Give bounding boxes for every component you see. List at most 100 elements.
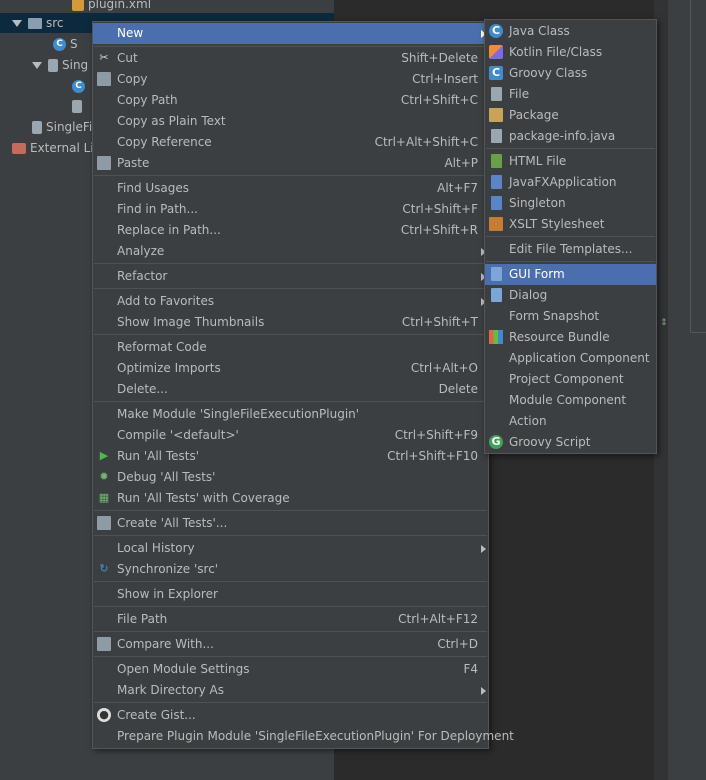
right-tool-panel	[668, 0, 706, 780]
coverage-icon: ▦	[98, 491, 110, 504]
menu-separator	[94, 288, 487, 289]
menu-item-copy-path[interactable]: Copy Path Ctrl+Shift+C	[93, 90, 488, 111]
menu-separator	[94, 535, 487, 536]
menu-item-paste[interactable]: Paste Alt+P	[93, 153, 488, 174]
submenu-item-app-component[interactable]: Application Component	[485, 348, 656, 369]
submenu-item-file[interactable]: File	[485, 84, 656, 105]
menu-item-create-tests[interactable]: Create 'All Tests'...	[93, 513, 488, 534]
submenu-item-form-snapshot[interactable]: Form Snapshot	[485, 306, 656, 327]
menu-item-mark-directory[interactable]: Mark Directory As	[93, 680, 488, 701]
tree-item-src[interactable]: src	[12, 13, 64, 33]
submenu-item-resource-bundle[interactable]: Resource Bundle	[485, 327, 656, 348]
menu-item-replace-in-path[interactable]: Replace in Path... Ctrl+Shift+R	[93, 220, 488, 241]
menu-separator	[94, 401, 487, 402]
tree-item-file[interactable]	[72, 96, 86, 116]
class-icon: C	[72, 80, 85, 93]
submenu-item-singleton[interactable]: Singleton	[485, 193, 656, 214]
groovy-class-icon: C	[489, 66, 503, 80]
submenu-item-java-class[interactable]: C Java Class	[485, 21, 656, 42]
menu-item-optimize-imports[interactable]: Optimize Imports Ctrl+Alt+O	[93, 358, 488, 379]
menu-item-create-gist[interactable]: ● Create Gist...	[93, 705, 488, 726]
menu-item-compare-with[interactable]: Compare With... Ctrl+D	[93, 634, 488, 655]
menu-item-make-module[interactable]: Make Module 'SingleFileExecutionPlugin'	[93, 404, 488, 425]
submenu-item-xslt[interactable]: XSLT Stylesheet	[485, 214, 656, 235]
tree-item-plugin-xml[interactable]: plugin.xml	[72, 0, 151, 14]
compare-icon	[97, 637, 111, 651]
folder-icon	[28, 18, 42, 29]
menu-item-debug-tests[interactable]: ✹ Debug 'All Tests'	[93, 467, 488, 488]
submenu-item-module-component[interactable]: Module Component	[485, 390, 656, 411]
debug-icon: ✹	[99, 470, 109, 483]
groovy-script-icon: G	[489, 435, 503, 449]
submenu-item-html-file[interactable]: HTML File	[485, 151, 656, 172]
menu-item-analyze[interactable]: Analyze	[93, 241, 488, 262]
expand-arrow-icon[interactable]	[12, 20, 22, 27]
package-icon	[489, 108, 503, 122]
menu-item-add-to-favorites[interactable]: Add to Favorites	[93, 291, 488, 312]
menu-item-show-thumbnails[interactable]: Show Image Thumbnails Ctrl+Shift+T	[93, 312, 488, 333]
submenu-item-package-info[interactable]: package-info.java	[485, 126, 656, 147]
menu-item-prepare-plugin[interactable]: Prepare Plugin Module 'SingleFileExecuti…	[93, 726, 514, 747]
menu-item-show-in-explorer[interactable]: Show in Explorer	[93, 584, 488, 605]
menu-item-reformat-code[interactable]: Reformat Code	[93, 337, 488, 358]
menu-separator	[94, 581, 487, 582]
menu-item-module-settings[interactable]: Open Module Settings F4	[93, 659, 488, 680]
menu-separator	[94, 631, 487, 632]
menu-item-local-history[interactable]: Local History	[93, 538, 488, 559]
gui-form-icon	[491, 267, 502, 281]
menu-item-compile[interactable]: Compile '<default>' Ctrl+Shift+F9	[93, 425, 488, 446]
menu-item-find-usages[interactable]: Find Usages Alt+F7	[93, 178, 488, 199]
menu-item-copy-reference[interactable]: Copy Reference Ctrl+Alt+Shift+C	[93, 132, 488, 153]
submenu-item-gui-form[interactable]: GUI Form	[485, 264, 656, 285]
java-class-icon: C	[489, 24, 503, 38]
library-icon	[12, 143, 26, 154]
menu-item-copy[interactable]: Copy Ctrl+Insert	[93, 69, 488, 90]
menu-item-refactor[interactable]: Refactor	[93, 266, 488, 287]
tree-item-s[interactable]: CS	[53, 34, 78, 54]
menu-separator	[486, 236, 655, 237]
java-file-icon	[491, 129, 502, 143]
submenu-item-kotlin[interactable]: Kotlin File/Class	[485, 42, 656, 63]
menu-separator	[94, 175, 487, 176]
submenu-item-groovy-class[interactable]: C Groovy Class	[485, 63, 656, 84]
menu-item-cut[interactable]: ✂ Cut Shift+Delete	[93, 48, 488, 69]
class-icon: C	[53, 38, 66, 51]
javafx-icon	[491, 175, 502, 189]
submenu-item-package[interactable]: Package	[485, 105, 656, 126]
submenu-item-javafx[interactable]: JavaFXApplication	[485, 172, 656, 193]
submenu-item-edit-templates[interactable]: Edit File Templates...	[485, 239, 656, 260]
scissors-icon: ✂	[99, 51, 109, 64]
file-icon	[32, 121, 42, 134]
menu-item-copy-plain[interactable]: Copy as Plain Text	[93, 111, 488, 132]
submenu-arrow-icon	[481, 545, 486, 553]
copy-icon	[97, 72, 111, 86]
menu-item-synchronize[interactable]: ↻ Synchronize 'src'	[93, 559, 488, 580]
file-icon	[48, 59, 58, 72]
menu-item-find-in-path[interactable]: Find in Path... Ctrl+Shift+F	[93, 199, 488, 220]
new-submenu: C Java Class Kotlin File/Class C Groovy Cl…	[484, 19, 657, 454]
tree-item-singlefi[interactable]: SingleFi	[32, 117, 92, 137]
submenu-item-groovy-script[interactable]: G Groovy Script	[485, 432, 656, 453]
menu-item-run-coverage[interactable]: ▦ Run 'All Tests' with Coverage	[93, 488, 488, 509]
context-menu: New ✂ Cut Shift+Delete Copy Ctrl+Insert Cop…	[92, 21, 514, 749]
menu-separator	[94, 334, 487, 335]
sync-icon: ↻	[99, 562, 109, 575]
menu-separator	[94, 46, 487, 47]
menu-item-run-tests[interactable]: ▶ Run 'All Tests' Ctrl+Shift+F10	[93, 446, 488, 467]
menu-item-new[interactable]: New	[93, 23, 488, 44]
dialog-icon	[491, 288, 502, 302]
menu-item-file-path[interactable]: File Path Ctrl+Alt+F12	[93, 609, 488, 630]
fold-marker-icon[interactable]: ⇕	[660, 318, 668, 328]
submenu-item-project-component[interactable]: Project Component	[485, 369, 656, 390]
singleton-icon	[491, 196, 502, 210]
tree-item-sing[interactable]: Sing	[32, 55, 88, 75]
menu-item-delete[interactable]: Delete... Delete	[93, 379, 488, 400]
run-icon: ▶	[99, 449, 109, 462]
tree-item-class[interactable]: C	[72, 76, 89, 96]
expand-arrow-icon[interactable]	[32, 62, 42, 69]
paste-icon	[97, 156, 111, 170]
menu-separator	[486, 261, 655, 262]
submenu-item-action[interactable]: Action	[485, 411, 656, 432]
submenu-item-dialog[interactable]: Dialog	[485, 285, 656, 306]
menu-separator	[486, 148, 655, 149]
